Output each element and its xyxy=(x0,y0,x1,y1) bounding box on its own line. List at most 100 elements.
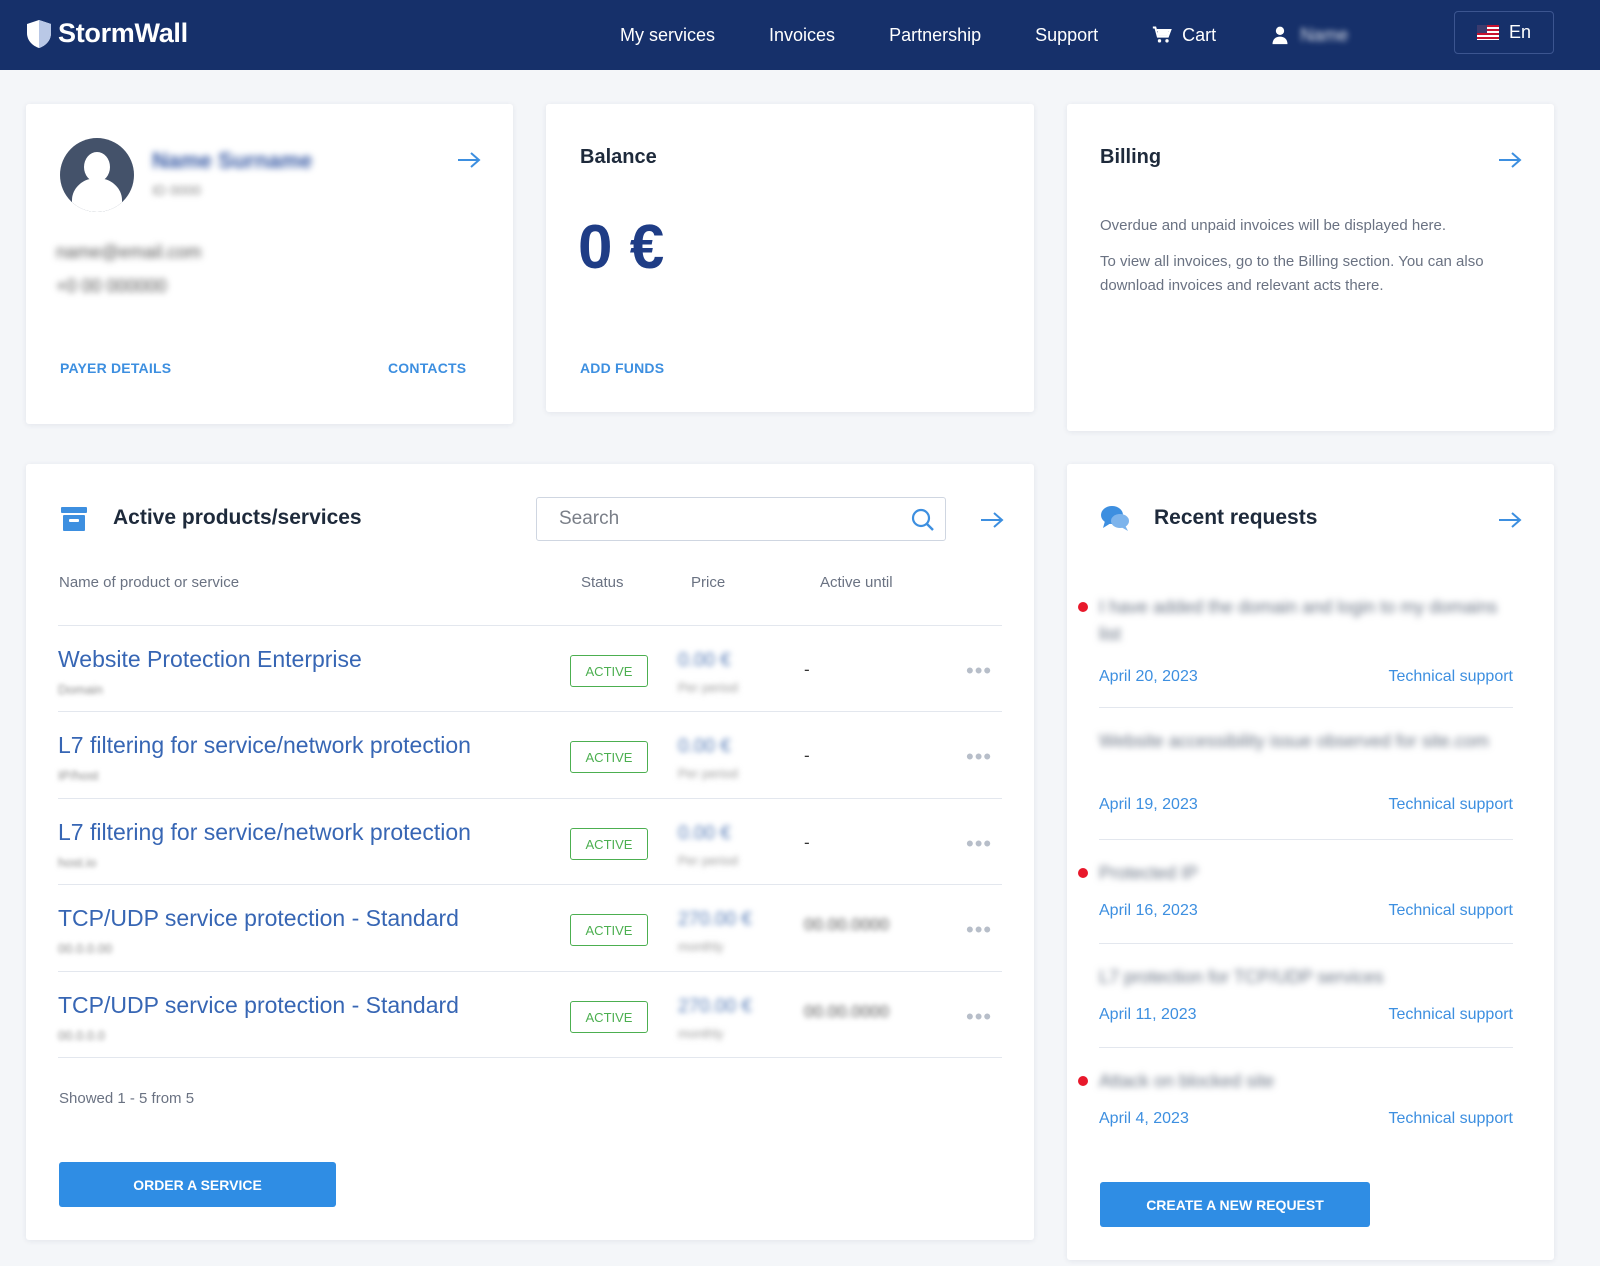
table-row: TCP/UDP service protection - Standard 00… xyxy=(58,884,1002,970)
shield-logo-icon xyxy=(27,19,51,48)
row-menu-icon[interactable]: ••• xyxy=(966,831,992,857)
request-subject: Attack on blocked site xyxy=(1099,1071,1275,1091)
request-subject: I have added the domain and login to my … xyxy=(1099,597,1498,644)
service-name-link[interactable]: Website Protection Enterprise xyxy=(58,646,362,673)
language-selector[interactable]: En xyxy=(1454,11,1554,54)
pagination-info: Showed 1 - 5 from 5 xyxy=(59,1090,195,1107)
row-menu-icon[interactable]: ••• xyxy=(966,917,992,943)
request-category[interactable]: Technical support xyxy=(1388,796,1513,814)
status-badge: ACTIVE xyxy=(570,741,648,773)
row-menu-icon[interactable]: ••• xyxy=(966,744,992,770)
nav-partnership[interactable]: Partnership xyxy=(889,25,981,46)
language-label: En xyxy=(1508,22,1532,42)
profile-arrow-icon[interactable] xyxy=(456,150,482,170)
service-sub: Domain xyxy=(58,682,103,697)
payer-details-link[interactable]: PAYER DETAILS xyxy=(60,360,171,376)
request-item[interactable]: Protected IP April 16, 2023 Technical su… xyxy=(1078,860,1513,944)
search-icon[interactable] xyxy=(911,508,935,532)
avatar xyxy=(60,138,134,212)
nav-support-label: Support xyxy=(1035,24,1099,45)
request-item[interactable]: Website accessibility issue observed for… xyxy=(1099,728,1513,840)
services-title: Active products/services xyxy=(113,506,362,529)
service-active-until: 00.00.0000 xyxy=(804,1002,890,1021)
order-service-button[interactable]: ORDER A SERVICE xyxy=(59,1162,336,1207)
service-sub: 00.0.0.00 xyxy=(58,941,113,956)
status-badge: ACTIVE xyxy=(570,914,648,946)
service-price: 270.00 € xyxy=(678,909,752,930)
request-date: April 4, 2023 xyxy=(1099,1110,1189,1127)
request-category[interactable]: Technical support xyxy=(1388,902,1513,920)
nav-support[interactable]: Support xyxy=(1035,25,1098,46)
logo[interactable]: StormWall xyxy=(26,18,188,49)
profile-id: ID 0000 xyxy=(152,182,202,198)
create-request-button[interactable]: CREATE A NEW REQUEST xyxy=(1100,1182,1370,1227)
col-header-status: Status xyxy=(581,574,624,591)
service-price: 270.00 € xyxy=(678,996,752,1017)
nav-user[interactable]: Name xyxy=(1270,25,1348,46)
service-name-link[interactable]: L7 filtering for service/network protect… xyxy=(58,819,471,846)
request-category[interactable]: Technical support xyxy=(1388,1006,1513,1024)
service-sub: 00.0.0.0 xyxy=(58,1028,105,1043)
billing-arrow-icon[interactable] xyxy=(1497,150,1523,170)
logo-text: StormWall xyxy=(58,18,188,48)
request-subject: L7 protection for TCP/UDP services xyxy=(1099,967,1384,987)
requests-card: Recent requests I have added the domain … xyxy=(1067,464,1554,1260)
service-name-link[interactable]: TCP/UDP service protection - Standard xyxy=(58,905,459,932)
service-price-period: monthly xyxy=(678,939,724,954)
billing-title: Billing xyxy=(1100,146,1162,168)
requests-title: Recent requests xyxy=(1154,506,1318,529)
row-menu-icon[interactable]: ••• xyxy=(966,1004,992,1030)
nav-invoices-label: Invoices xyxy=(769,24,836,45)
service-sub: IP/host xyxy=(58,768,99,783)
profile-phone: +0 00 000000 xyxy=(56,276,167,296)
request-date: April 20, 2023 xyxy=(1099,668,1198,685)
service-name-link[interactable]: L7 filtering for service/network protect… xyxy=(58,732,471,759)
billing-text-2: To view all invoices, go to the Billing … xyxy=(1100,253,1484,294)
services-arrow-icon[interactable] xyxy=(979,510,1005,530)
unread-dot-icon xyxy=(1078,602,1088,612)
services-card: Active products/services Name of product… xyxy=(26,464,1034,1240)
nav-invoices[interactable]: Invoices xyxy=(769,25,835,46)
request-item[interactable]: I have added the domain and login to my … xyxy=(1078,594,1513,708)
service-sub: host.io xyxy=(58,855,97,870)
service-active-until: - xyxy=(804,833,810,852)
service-name-link[interactable]: TCP/UDP service protection - Standard xyxy=(58,992,459,1019)
nav-partnership-label: Partnership xyxy=(889,24,982,45)
service-price: 0.00 € xyxy=(678,736,731,757)
request-category[interactable]: Technical support xyxy=(1388,1110,1513,1128)
profile-card: Name Surname ID 0000 name@email.com +0 0… xyxy=(26,104,513,424)
request-item[interactable]: Attack on blocked site April 4, 2023 Tec… xyxy=(1078,1068,1513,1138)
col-header-until: Active until xyxy=(820,574,893,591)
service-active-until: - xyxy=(804,660,810,679)
contacts-link[interactable]: CONTACTS xyxy=(388,360,466,376)
requests-arrow-icon[interactable] xyxy=(1497,510,1523,530)
profile-email: name@email.com xyxy=(56,242,202,262)
status-badge: ACTIVE xyxy=(570,655,648,687)
table-row: L7 filtering for service/network protect… xyxy=(58,711,1002,797)
cart-icon xyxy=(1153,26,1172,43)
us-flag-icon xyxy=(1476,25,1499,40)
service-price: 0.00 € xyxy=(678,823,731,844)
service-price-period: Per period xyxy=(678,680,738,695)
user-icon xyxy=(1272,26,1288,45)
request-date: April 19, 2023 xyxy=(1099,796,1198,813)
request-category[interactable]: Technical support xyxy=(1388,668,1513,686)
nav-cart[interactable]: Cart xyxy=(1152,25,1216,46)
service-price-period: Per period xyxy=(678,766,738,781)
status-badge: ACTIVE xyxy=(570,828,648,860)
search-input[interactable] xyxy=(559,508,899,530)
balance-title: Balance xyxy=(580,146,657,168)
main-nav: My services Invoices Partnership Support… xyxy=(620,0,1402,70)
add-funds-link[interactable]: ADD FUNDS xyxy=(580,360,664,376)
table-row: Website Protection Enterprise Domain ACT… xyxy=(58,625,1002,711)
service-price-period: monthly xyxy=(678,1026,724,1041)
request-date: April 11, 2023 xyxy=(1099,1006,1197,1023)
request-item[interactable]: L7 protection for TCP/UDP services April… xyxy=(1099,964,1513,1048)
service-active-until: 00.00.0000 xyxy=(804,915,890,934)
archive-icon xyxy=(61,507,87,531)
search-box xyxy=(536,497,946,541)
col-header-name: Name of product or service xyxy=(59,574,240,591)
nav-my-services[interactable]: My services xyxy=(620,25,715,46)
row-menu-icon[interactable]: ••• xyxy=(966,658,992,684)
col-header-price: Price xyxy=(691,574,726,591)
